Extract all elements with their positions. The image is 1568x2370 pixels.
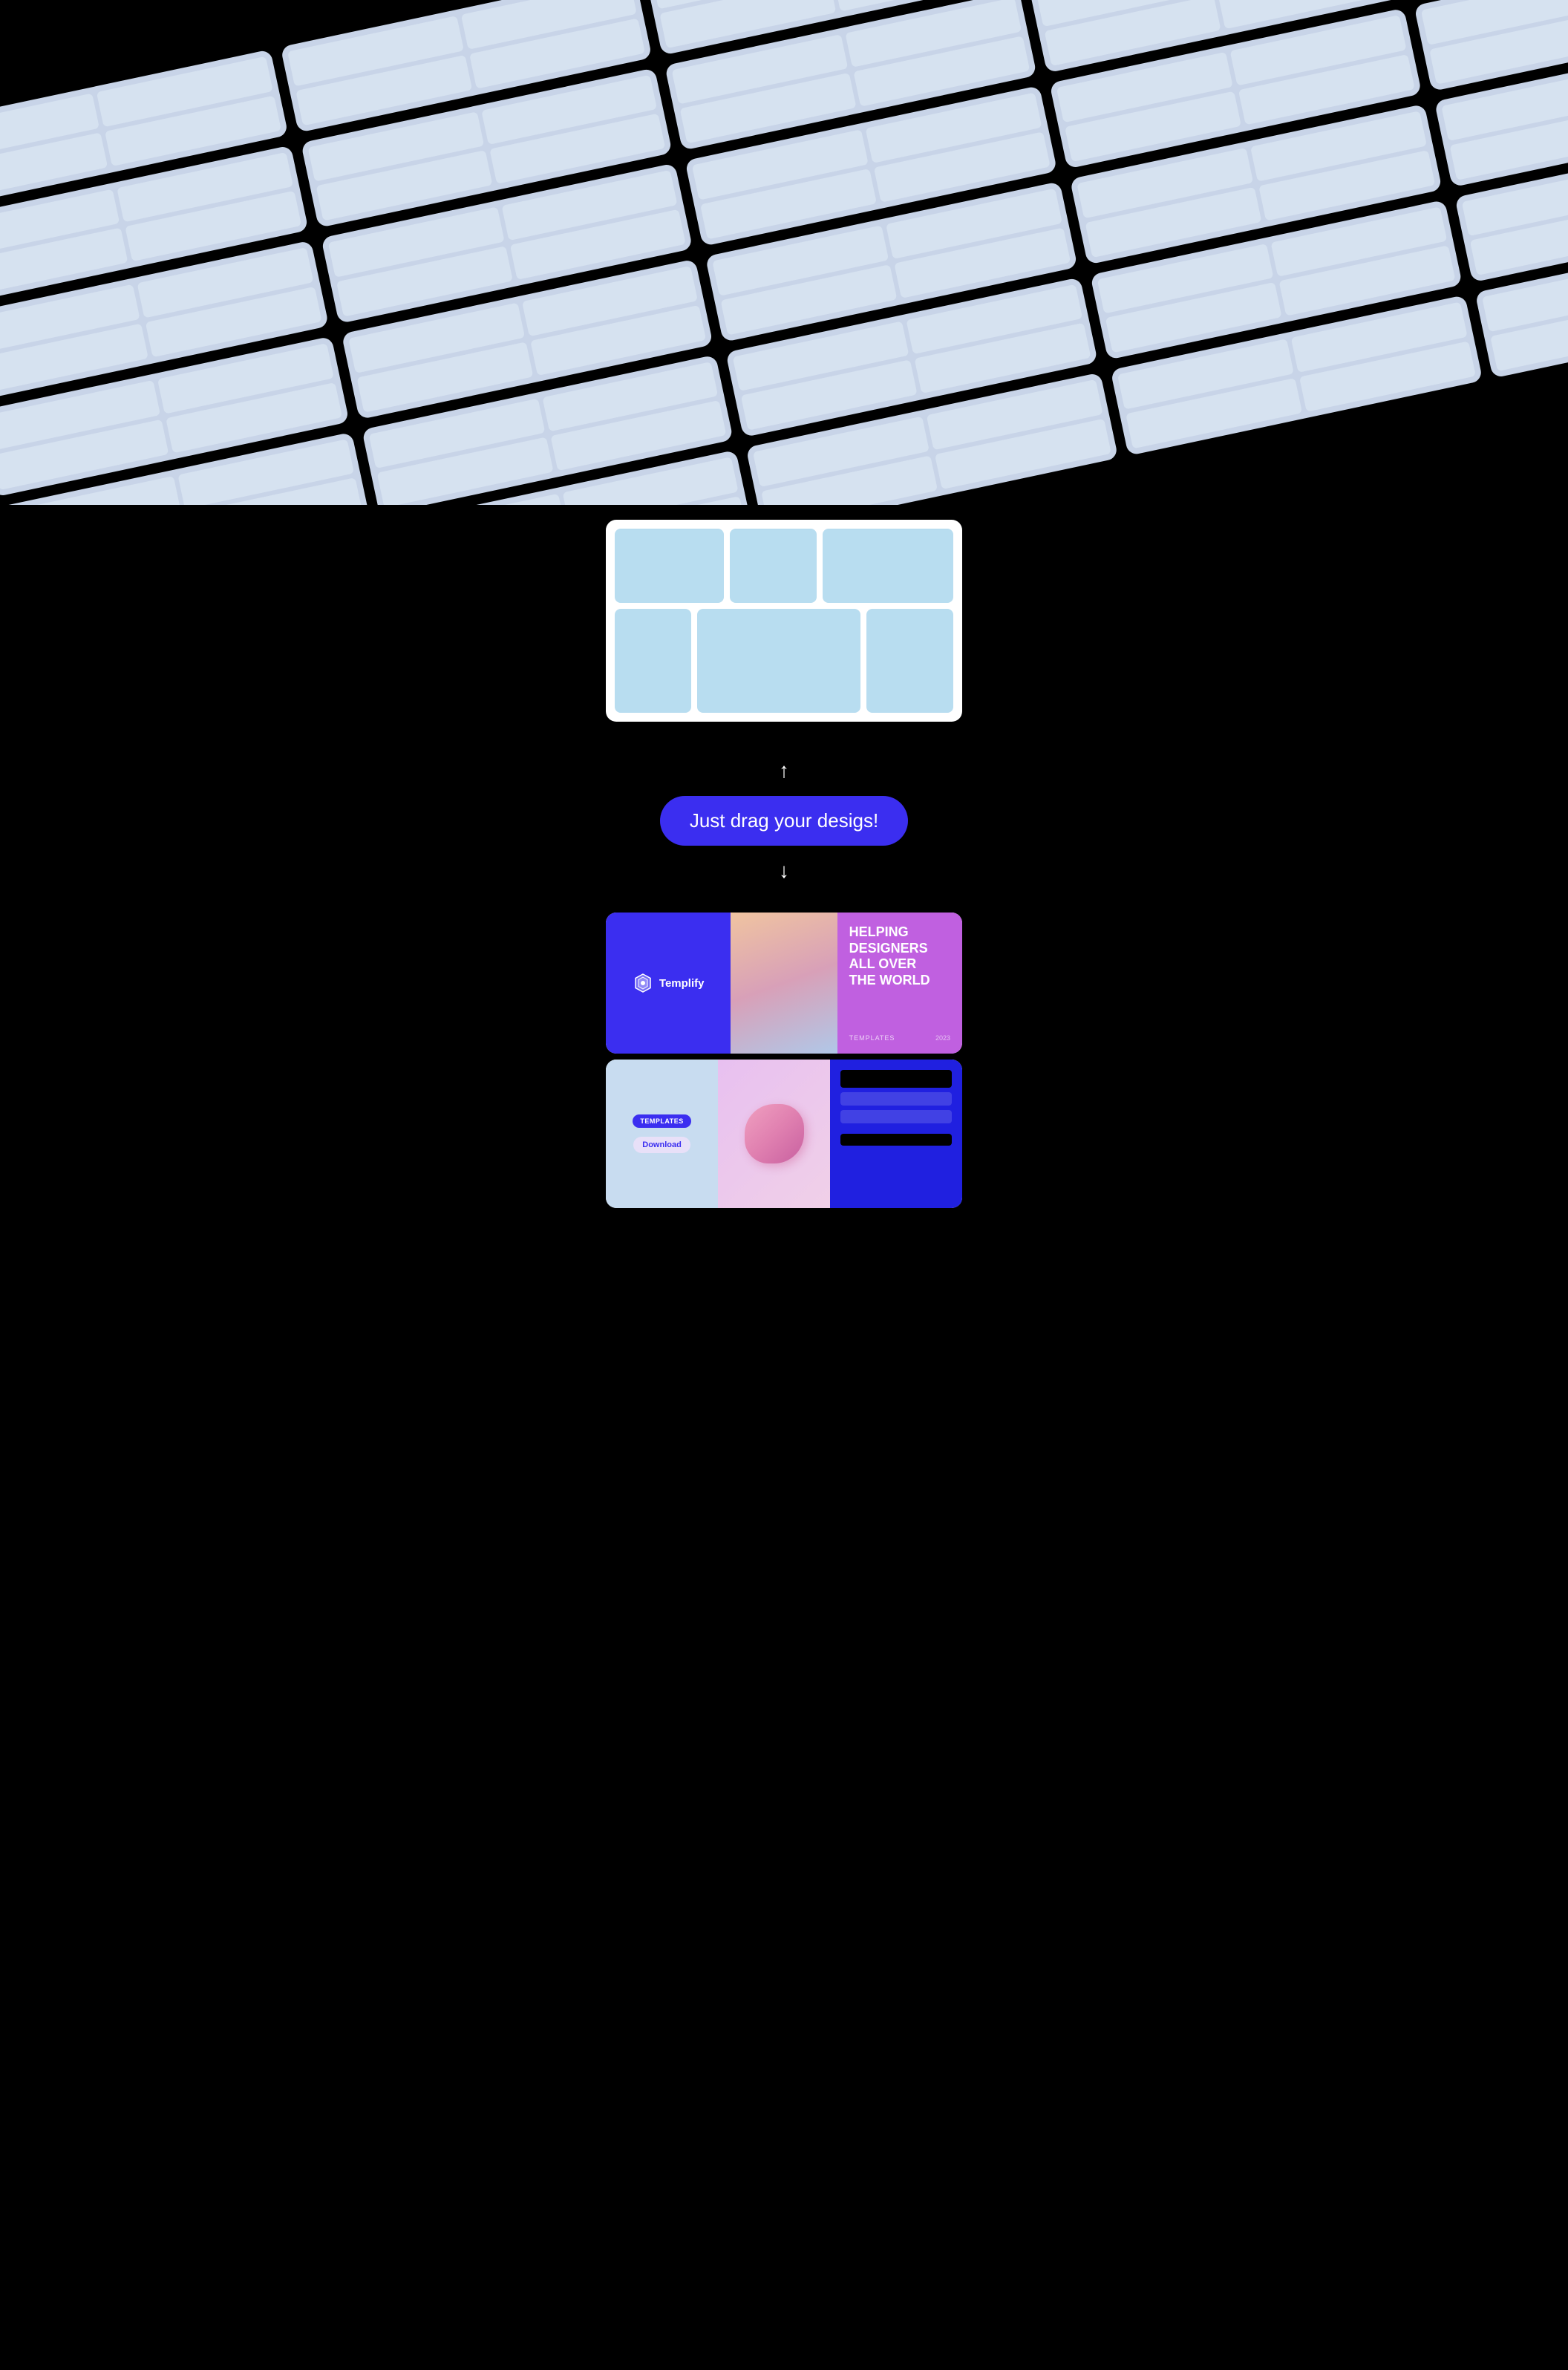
drag-section: ↑ Just drag your desigs! ↓ Templify xyxy=(0,505,1568,1282)
templates-label: TEMPLATES xyxy=(849,1034,895,1042)
blank-cell xyxy=(730,529,817,603)
result-blue-cell: Templify xyxy=(606,913,731,1054)
result-text-cell: HELPING DESIGNERS ALL OVER THE WORLD TEM… xyxy=(837,913,962,1054)
templify-hex-icon xyxy=(633,973,653,993)
helping-designers-text: HELPING DESIGNERS ALL OVER THE WORLD xyxy=(849,924,950,988)
photo-gradient xyxy=(731,913,837,1054)
rotated-grid xyxy=(0,0,1568,505)
download-badge[interactable]: Download xyxy=(633,1137,690,1153)
year-label: 2023 xyxy=(935,1034,950,1042)
result-card-top-inner: Templify HELPING DESIGNERS ALL OVER THE … xyxy=(606,913,962,1054)
templates-badge: Templates xyxy=(633,1114,690,1128)
result-card-bottom-inner: Templates Download xyxy=(606,1060,962,1208)
result-photo-cell xyxy=(731,913,837,1054)
arrow-up-icon: ↑ xyxy=(779,759,789,783)
drag-label[interactable]: Just drag your desigs! xyxy=(660,796,908,846)
result-bottom-cell-blue xyxy=(830,1060,962,1208)
hero-section xyxy=(0,0,1568,505)
templify-logo: Templify xyxy=(633,973,705,993)
templify-name-label: Templify xyxy=(659,977,705,990)
card-bottom-meta: TEMPLATES 2023 xyxy=(849,1034,950,1042)
result-section: Templify HELPING DESIGNERS ALL OVER THE … xyxy=(606,913,962,1253)
template-blank-card xyxy=(606,520,962,722)
blue-bar-light-2 xyxy=(840,1110,952,1123)
blank-card-bottom-row xyxy=(615,609,953,713)
result-card-top: Templify HELPING DESIGNERS ALL OVER THE … xyxy=(606,913,962,1054)
result-card-bottom: Templates Download xyxy=(606,1060,962,1208)
blank-cell xyxy=(697,609,860,713)
blank-cell xyxy=(615,529,724,603)
blue-bar-black-2 xyxy=(840,1134,952,1146)
arrow-down-icon: ↓ xyxy=(779,859,789,883)
blank-cell xyxy=(823,529,953,603)
blue-bar-black xyxy=(840,1070,952,1088)
blue-bar-light xyxy=(840,1092,952,1106)
result-bottom-cell-shape xyxy=(718,1060,830,1208)
blank-cell xyxy=(866,609,953,713)
blank-cell xyxy=(615,609,691,713)
result-bottom-cell-badges: Templates Download xyxy=(606,1060,718,1208)
pink-3d-shape xyxy=(745,1104,804,1163)
blank-card-top-row xyxy=(615,529,953,603)
